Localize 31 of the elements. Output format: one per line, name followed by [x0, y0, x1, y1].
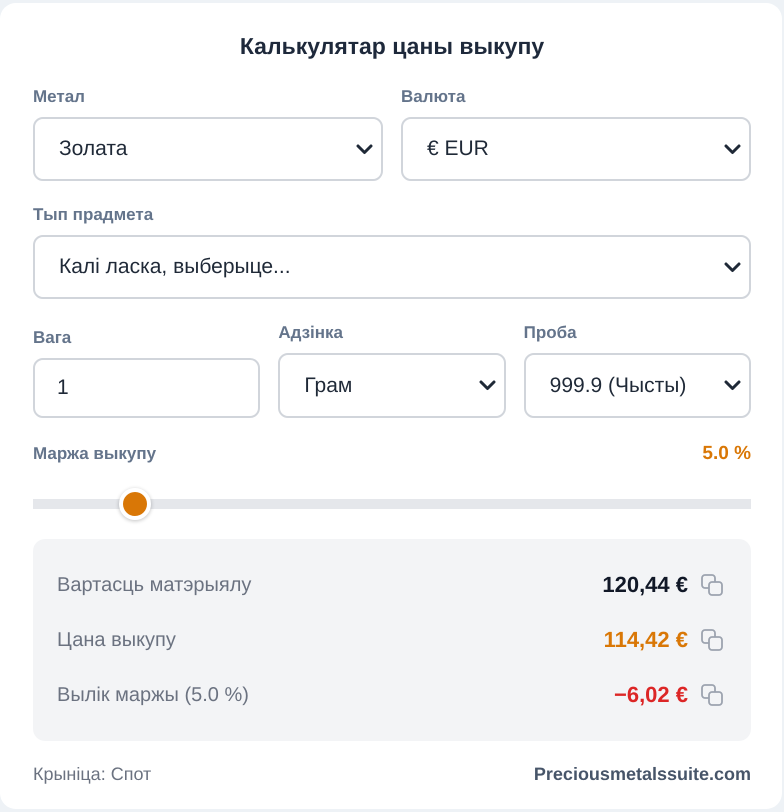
result-label: Вылік маржы (5.0 %) — [57, 684, 249, 706]
margin-label: Маржа выкупу — [33, 443, 156, 465]
chevron-down-icon — [724, 380, 741, 391]
field-label: Проба — [524, 322, 577, 344]
copy-icon[interactable] — [701, 684, 723, 706]
card-title: Калькулятар цаны выкупу — [240, 32, 544, 61]
margin-reading: 5.0 % — [702, 443, 751, 465]
field-label: Тып прадмета — [33, 204, 154, 226]
dropdown-field[interactable]: Калі ласка, выберыце... — [33, 235, 751, 299]
chevron-down-icon — [478, 380, 496, 391]
field-label: Метал — [33, 86, 85, 108]
chevron-down-icon — [724, 262, 741, 272]
dropdown-field[interactable]: Грам — [278, 353, 506, 418]
dropdown-field[interactable]: 999.9 (Чысты) — [524, 353, 751, 418]
source-text: Крыніца: Спот — [33, 763, 152, 785]
copy-icon[interactable] — [701, 629, 723, 651]
result-value: 120,44 € — [602, 572, 688, 598]
chevron-down-icon — [724, 144, 741, 154]
result-value: 114,42 € — [604, 627, 688, 653]
dropdown-field[interactable]: Золата — [33, 117, 383, 181]
site-link[interactable]: Preciousmetalssuite.com — [534, 763, 751, 785]
field-label: Вага — [33, 327, 72, 349]
field-label: Валюта — [401, 86, 466, 108]
copy-icon[interactable] — [701, 574, 723, 596]
text-input[interactable]: 1 — [33, 358, 260, 418]
field-label: Адзінка — [278, 322, 344, 344]
result-value: −6,02 € — [614, 682, 688, 708]
dropdown-field[interactable]: € EUR — [401, 117, 751, 181]
result-label: Цана выкупу — [57, 628, 176, 652]
result-label: Вартасць матэрыялу — [57, 574, 252, 596]
chevron-down-icon — [356, 144, 373, 154]
